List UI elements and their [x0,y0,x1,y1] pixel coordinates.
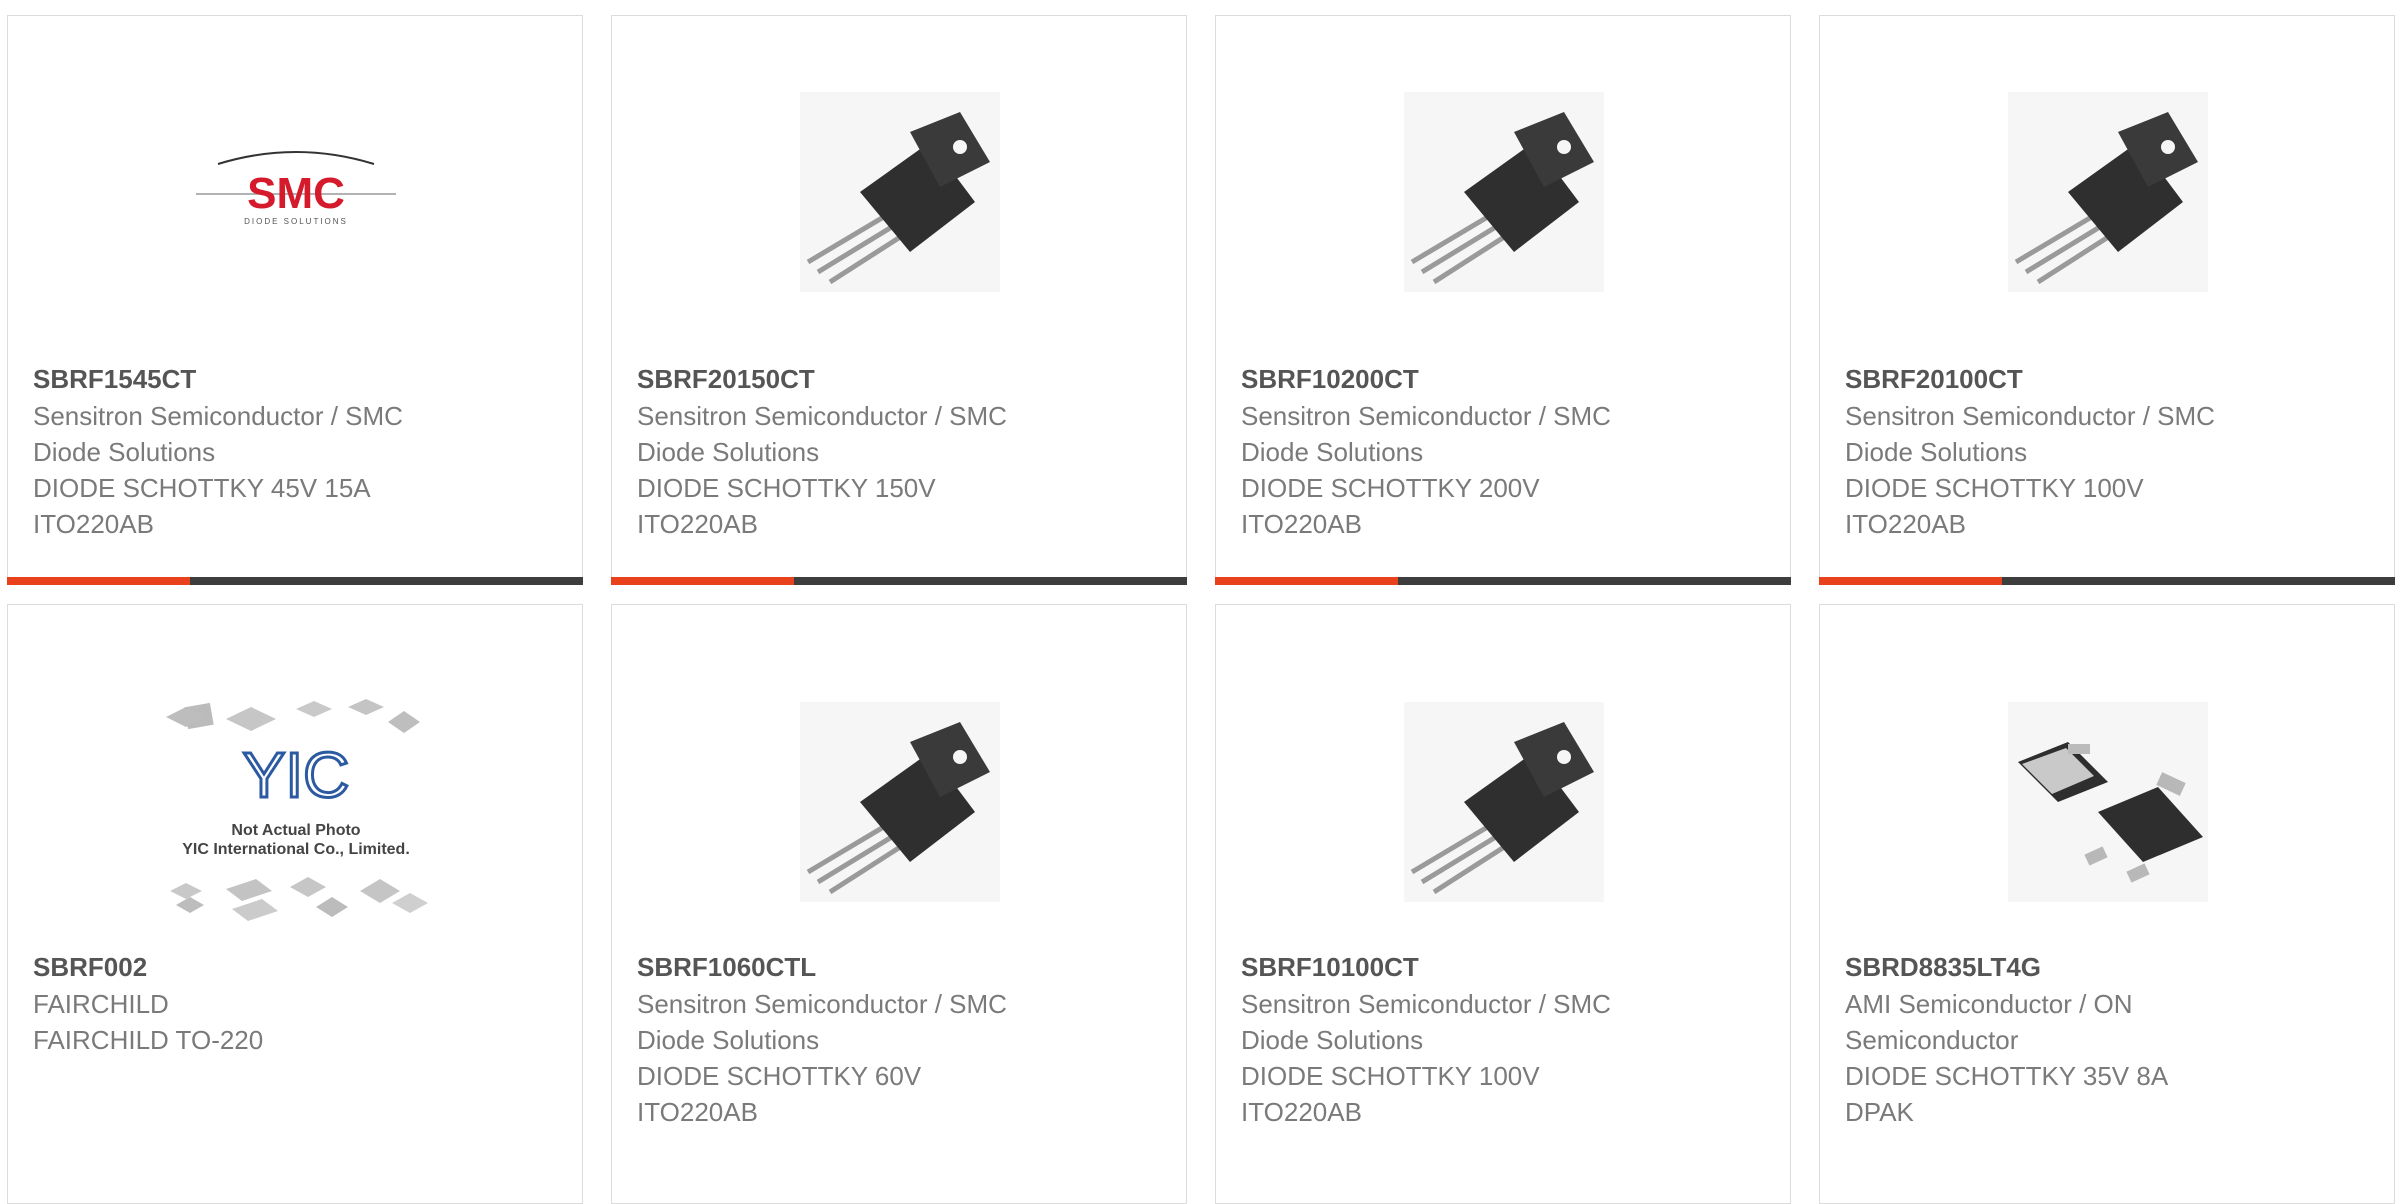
part-number[interactable]: SBRF10100CT [1241,948,1770,986]
product-info: SBRF002 FAIRCHILD FAIRCHILD TO-220 [33,948,562,1058]
card-footer-bar [1215,577,1791,585]
smc-logo-icon: SMC DIODE SOLUTIONS [196,151,396,226]
to220-package-icon [1404,92,1604,292]
manufacturer-line-2: Diode Solutions [637,1025,820,1055]
description: DIODE SCHOTTKY 200V [1241,473,1540,503]
manufacturer-line-1: Sensitron Semiconductor / SMC [1845,401,2215,431]
manufacturer-line-2: Diode Solutions [637,437,820,467]
card-footer-bar [611,577,1187,585]
accent-bar [1819,577,2002,585]
manufacturer-line-2: Diode Solutions [1845,437,2028,467]
manufacturer-line-2: Semiconductor [1845,1025,2019,1055]
manufacturer-line-1: FAIRCHILD [33,989,169,1019]
manufacturer-line-2: Diode Solutions [33,437,216,467]
manufacturer-line-1: Sensitron Semiconductor / SMC [1241,401,1611,431]
product-image[interactable] [1968,677,2248,927]
part-number[interactable]: SBRF10200CT [1241,360,1770,398]
part-number[interactable]: SBRF1545CT [33,360,562,398]
product-card[interactable]: SMC DIODE SOLUTIONS SBRF1545CT Sensitron… [7,15,583,585]
description: DIODE SCHOTTKY 100V [1241,1061,1540,1091]
package: ITO220AB [637,1097,758,1127]
description: DIODE SCHOTTKY 100V [1845,473,2144,503]
product-image[interactable]: SMC DIODE SOLUTIONS [188,84,404,300]
product-image[interactable] [760,677,1040,927]
package: ITO220AB [33,509,154,539]
dpak-package-icon [2008,702,2208,902]
product-info: SBRF1060CTL Sensitron Semiconductor / SM… [637,948,1166,1130]
part-number[interactable]: SBRF1060CTL [637,948,1166,986]
package: ITO220AB [1845,509,1966,539]
to220-package-icon [800,702,1000,902]
product-card[interactable]: SBRF1060CTL Sensitron Semiconductor / SM… [611,604,1187,1204]
accent-bar [611,577,794,585]
part-number[interactable]: SBRF20100CT [1845,360,2374,398]
to220-package-icon [2008,92,2208,292]
product-card[interactable]: SBRF20100CT Sensitron Semiconductor / SM… [1819,15,2395,585]
product-info: SBRD8835LT4G AMI Semiconductor / ON Semi… [1845,948,2374,1130]
product-image[interactable] [792,84,1008,300]
product-info: SBRF10200CT Sensitron Semiconductor / SM… [1241,360,1770,542]
package: ITO220AB [1241,509,1362,539]
to220-package-icon [800,92,1000,292]
product-info: SBRF10100CT Sensitron Semiconductor / SM… [1241,948,1770,1130]
product-grid: SMC DIODE SOLUTIONS SBRF1545CT Sensitron… [0,0,2400,1204]
manufacturer-line-1: Sensitron Semiconductor / SMC [33,401,403,431]
yic-placeholder-icon: YIC Not Actual Photo YIC International C… [166,699,428,921]
product-card[interactable]: SBRF10100CT Sensitron Semiconductor / SM… [1215,604,1791,1204]
product-card[interactable]: SBRF20150CT Sensitron Semiconductor / SM… [611,15,1187,585]
description: DIODE SCHOTTKY 150V [637,473,936,503]
manufacturer-line-1: AMI Semiconductor / ON [1845,989,2133,1019]
product-info: SBRF20150CT Sensitron Semiconductor / SM… [637,360,1166,542]
svg-text:Not Actual Photo: Not Actual Photo [231,822,360,839]
logo-text: YIC [243,739,350,811]
product-image[interactable] [2000,84,2216,300]
description: DIODE SCHOTTKY 35V 8A [1845,1061,2169,1091]
accent-bar [1215,577,1398,585]
manufacturer-line-2: Diode Solutions [1241,1025,1424,1055]
product-image[interactable] [1396,84,1612,300]
svg-text:DIODE SOLUTIONS: DIODE SOLUTIONS [244,217,348,226]
to220-package-icon [1404,702,1604,902]
description: FAIRCHILD TO-220 [33,1025,264,1055]
card-footer-bar [1819,577,2395,585]
package: ITO220AB [637,509,758,539]
package: DPAK [1845,1097,1914,1127]
svg-text:YIC International Co., Limited: YIC International Co., Limited. [182,841,410,858]
product-image[interactable]: YIC Not Actual Photo YIC International C… [156,677,436,927]
manufacturer-line-2: Diode Solutions [1241,437,1424,467]
manufacturer-line-1: Sensitron Semiconductor / SMC [637,401,1007,431]
product-card[interactable]: YIC Not Actual Photo YIC International C… [7,604,583,1204]
part-number[interactable]: SBRF002 [33,948,562,986]
part-number[interactable]: SBRD8835LT4G [1845,948,2374,986]
product-card[interactable]: SBRD8835LT4G AMI Semiconductor / ON Semi… [1819,604,2395,1204]
accent-bar [7,577,190,585]
package: ITO220AB [1241,1097,1362,1127]
product-card[interactable]: SBRF10200CT Sensitron Semiconductor / SM… [1215,15,1791,585]
manufacturer-line-1: Sensitron Semiconductor / SMC [1241,989,1611,1019]
product-info: SBRF20100CT Sensitron Semiconductor / SM… [1845,360,2374,542]
card-footer-bar [7,577,583,585]
description: DIODE SCHOTTKY 60V [637,1061,922,1091]
product-info: SBRF1545CT Sensitron Semiconductor / SMC… [33,360,562,542]
manufacturer-line-1: Sensitron Semiconductor / SMC [637,989,1007,1019]
logo-text: SMC [247,169,345,218]
product-image[interactable] [1364,677,1644,927]
description: DIODE SCHOTTKY 45V 15A [33,473,371,503]
part-number[interactable]: SBRF20150CT [637,360,1166,398]
